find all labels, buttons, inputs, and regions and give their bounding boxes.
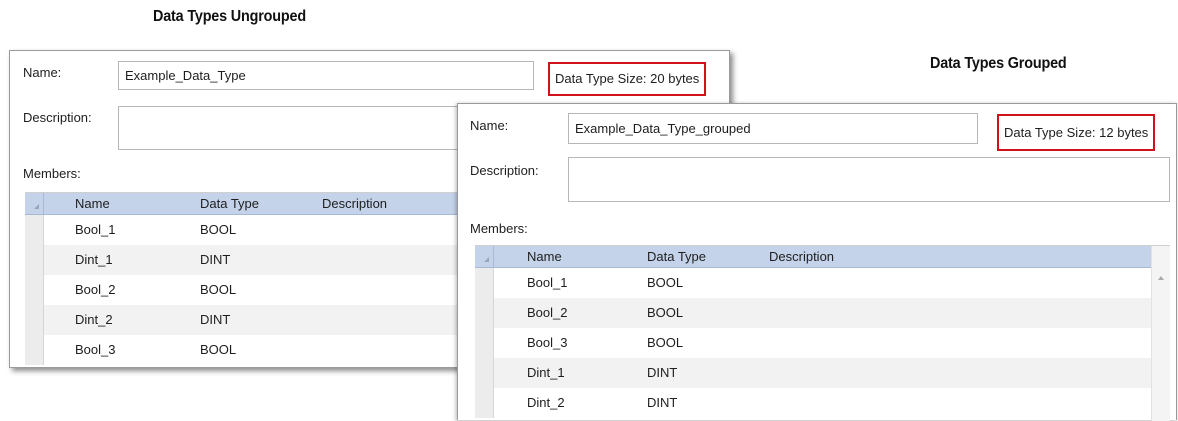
table-row[interactable]: Bool_3 BOOL — [475, 328, 1152, 358]
row-data-type: DINT — [647, 365, 678, 380]
row-data-type: BOOL — [200, 222, 237, 237]
column-header-name[interactable]: Name — [75, 196, 110, 211]
row-header[interactable] — [25, 215, 44, 245]
grouped-data-type-panel: Name: Example_Data_Type_grouped Data Typ… — [457, 103, 1177, 421]
row-header[interactable] — [25, 245, 44, 275]
row-data-type: DINT — [200, 252, 231, 267]
row-data-type: DINT — [647, 395, 678, 410]
grid-corner[interactable] — [25, 193, 44, 214]
name-label: Name: — [470, 118, 509, 133]
row-data-type: BOOL — [200, 282, 237, 297]
description-label: Description: — [23, 110, 92, 125]
grid-header: Name Data Type Description — [475, 246, 1152, 268]
corner-triangle-icon — [34, 204, 39, 209]
row-header[interactable] — [25, 275, 44, 305]
members-grid: Name Data Type Description Bool_1 BOOL B… — [475, 245, 1170, 421]
name-label: Name: — [23, 65, 62, 80]
row-name: Bool_1 — [75, 222, 116, 237]
row-name: Dint_2 — [527, 395, 565, 410]
members-label: Members: — [470, 221, 528, 236]
data-type-size-badge: Data Type Size: 20 bytes — [548, 62, 707, 96]
column-header-description[interactable]: Description — [769, 249, 834, 264]
data-type-size-badge: Data Type Size: 12 bytes — [997, 114, 1156, 151]
row-data-type: BOOL — [647, 275, 684, 290]
row-name: Bool_2 — [527, 305, 568, 320]
row-name: Dint_1 — [527, 365, 565, 380]
row-header[interactable] — [475, 298, 494, 328]
row-header[interactable] — [475, 328, 494, 358]
caption-ungrouped: Data Types Ungrouped — [153, 8, 306, 25]
row-name: Bool_1 — [527, 275, 568, 290]
row-name: Bool_2 — [75, 282, 116, 297]
row-data-type: DINT — [200, 312, 231, 327]
table-row[interactable]: Dint_1 DINT — [475, 358, 1152, 388]
name-field[interactable]: Example_Data_Type — [118, 61, 534, 90]
grid-corner[interactable] — [475, 246, 494, 267]
column-header-data-type[interactable]: Data Type — [647, 249, 706, 264]
column-header-description[interactable]: Description — [322, 196, 387, 211]
column-header-data-type[interactable]: Data Type — [200, 196, 259, 211]
caption-grouped: Data Types Grouped — [930, 55, 1067, 72]
row-header[interactable] — [25, 335, 44, 365]
description-field[interactable] — [568, 157, 1170, 202]
row-name: Dint_2 — [75, 312, 113, 327]
row-data-type: BOOL — [200, 342, 237, 357]
row-header[interactable] — [475, 268, 494, 298]
table-row[interactable]: Bool_2 BOOL — [475, 298, 1152, 328]
row-name: Bool_3 — [75, 342, 116, 357]
vertical-scrollbar[interactable] — [1151, 246, 1170, 421]
description-label: Description: — [470, 163, 539, 178]
row-data-type: BOOL — [647, 335, 684, 350]
row-header[interactable] — [25, 305, 44, 335]
scroll-up-arrow-icon[interactable] — [1158, 276, 1164, 280]
row-data-type: BOOL — [647, 305, 684, 320]
row-name: Dint_1 — [75, 252, 113, 267]
row-header[interactable] — [475, 388, 494, 418]
corner-triangle-icon — [484, 257, 489, 262]
table-row[interactable]: Dint_2 DINT — [475, 388, 1152, 418]
row-header[interactable] — [475, 358, 494, 388]
members-label: Members: — [23, 166, 81, 181]
row-name: Bool_3 — [527, 335, 568, 350]
column-header-name[interactable]: Name — [527, 249, 562, 264]
table-row[interactable]: Bool_1 BOOL — [475, 268, 1152, 298]
name-field[interactable]: Example_Data_Type_grouped — [568, 113, 978, 144]
